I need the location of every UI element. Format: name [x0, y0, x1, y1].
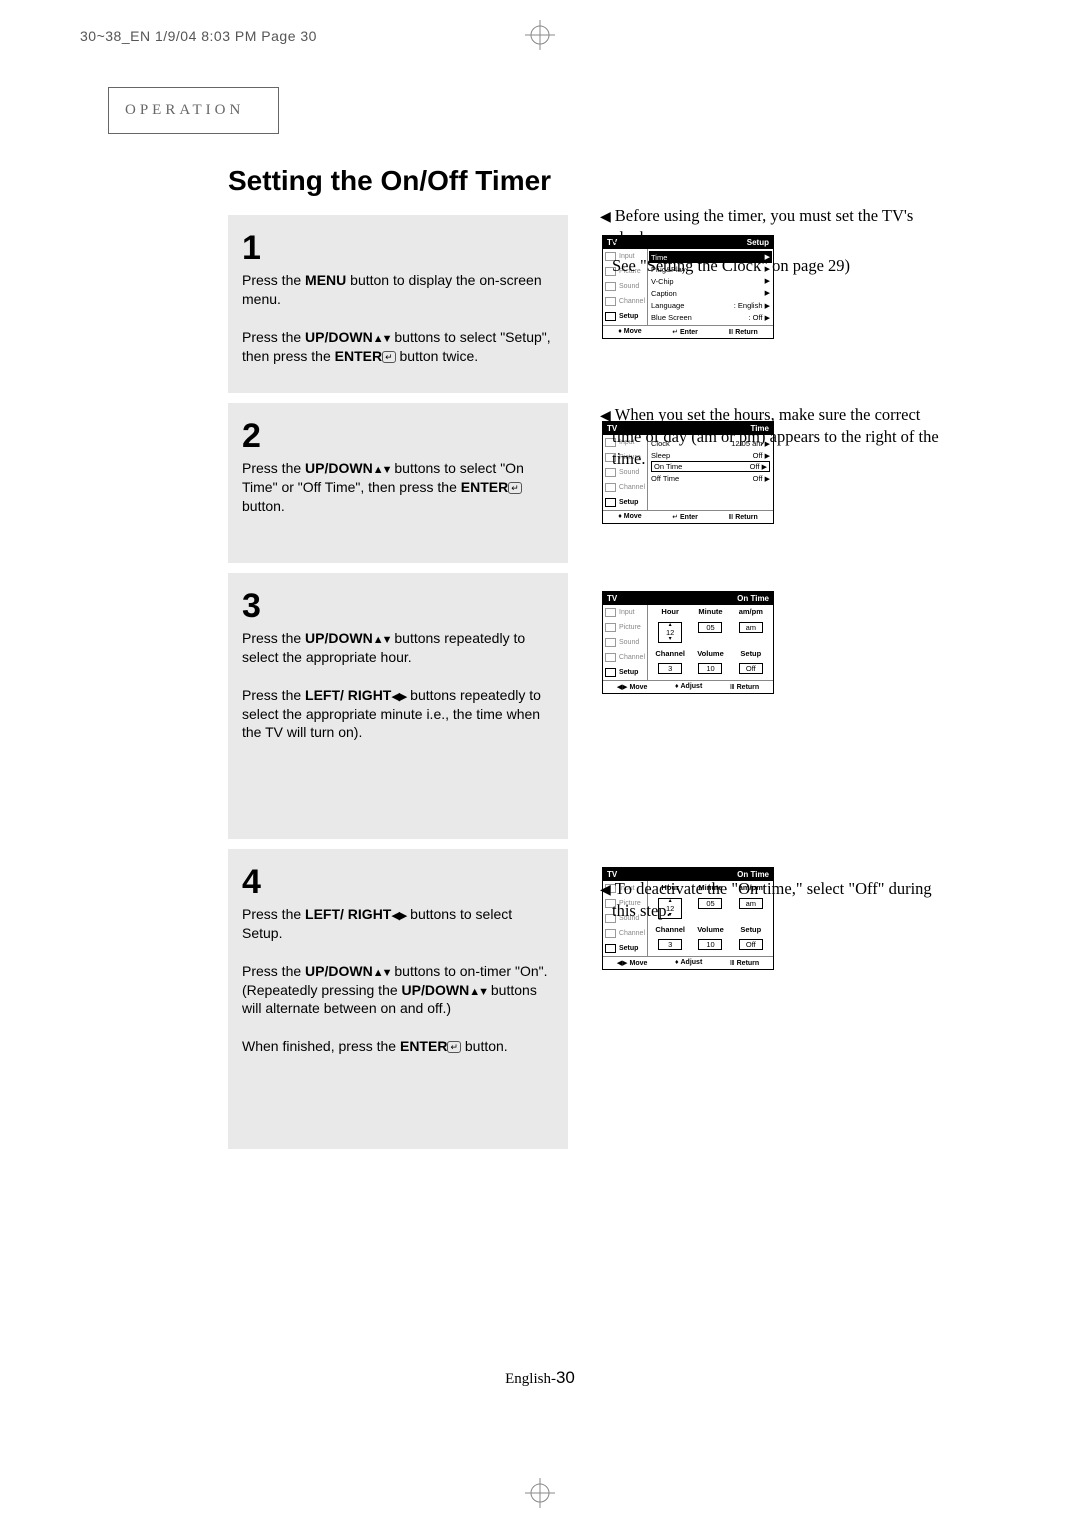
- side-note-2: ◀When you set the hours, make sure the c…: [600, 404, 950, 475]
- updown-label: UP/DOWN: [305, 460, 373, 476]
- leftright-label: LEFT/ RIGHT: [305, 687, 391, 703]
- step-number: 3: [242, 589, 550, 623]
- updown-label: UP/DOWN: [305, 329, 373, 345]
- step-2: 2 Press the UP/DOWN▲▼ buttons to select …: [228, 403, 568, 563]
- crop-mark-bottom: [525, 1478, 555, 1508]
- step-4: 4 Press the LEFT/ RIGHT◀▶ buttons to sel…: [228, 849, 568, 1149]
- up-down-icon: ▲▼: [373, 967, 391, 979]
- text: button.: [461, 1038, 508, 1054]
- left-right-icon: ◀▶: [391, 691, 406, 703]
- text: Press the: [242, 329, 305, 345]
- text: When finished, press the: [242, 1038, 400, 1054]
- text: button.: [242, 498, 285, 514]
- up-down-icon: ▲▼: [469, 986, 487, 998]
- enter-label: ENTER: [461, 479, 508, 495]
- step-3: 3 Press the UP/DOWN▲▼ buttons repeatedly…: [228, 573, 568, 839]
- up-down-icon: ▲▼: [373, 634, 391, 646]
- enter-icon: ↵: [447, 1041, 461, 1053]
- updown-label: UP/DOWN: [305, 963, 373, 979]
- enter-label: ENTER: [335, 348, 382, 364]
- enter-label: ENTER: [400, 1038, 447, 1054]
- step-number: 2: [242, 419, 550, 453]
- side-note-3: ◀To deactivate the "On time," select "Of…: [600, 878, 950, 928]
- text: Press the: [242, 630, 305, 646]
- up-down-icon: ▲▼: [373, 464, 391, 476]
- up-down-icon: ▲▼: [373, 333, 391, 345]
- step-number: 1: [242, 231, 550, 265]
- updown-label: UP/DOWN: [402, 982, 470, 998]
- enter-icon: ↵: [508, 482, 522, 494]
- text: Press the: [242, 460, 305, 476]
- leftright-label: LEFT/ RIGHT: [305, 906, 391, 922]
- note-arrow-icon: ◀: [600, 409, 611, 424]
- left-right-icon: ◀▶: [391, 910, 406, 922]
- osd-ontime-menu: TVOn Time Input Picture Sound Channel Se…: [602, 591, 774, 694]
- text: Press the: [242, 687, 305, 703]
- enter-icon: ↵: [382, 351, 396, 363]
- note-arrow-icon: ◀: [600, 883, 611, 898]
- step-number: 4: [242, 865, 550, 899]
- side-note-1: ◀Before using the timer, you must set th…: [600, 205, 950, 282]
- menu-label: MENU: [305, 272, 346, 288]
- text: Press the: [242, 272, 305, 288]
- text: button twice.: [396, 348, 479, 364]
- updown-label: UP/DOWN: [305, 630, 373, 646]
- section-heading: Operation: [108, 87, 279, 134]
- step-1: 1 Press the MENU button to display the o…: [228, 215, 568, 393]
- crop-mark-top: [525, 20, 555, 50]
- page-footer: English-30: [505, 1368, 575, 1388]
- note-arrow-icon: ◀: [600, 210, 611, 225]
- print-header: 30~38_EN 1/9/04 8:03 PM Page 30: [80, 28, 317, 44]
- text: Press the: [242, 906, 305, 922]
- text: Press the: [242, 963, 305, 979]
- page-title: Setting the On/Off Timer: [228, 165, 968, 197]
